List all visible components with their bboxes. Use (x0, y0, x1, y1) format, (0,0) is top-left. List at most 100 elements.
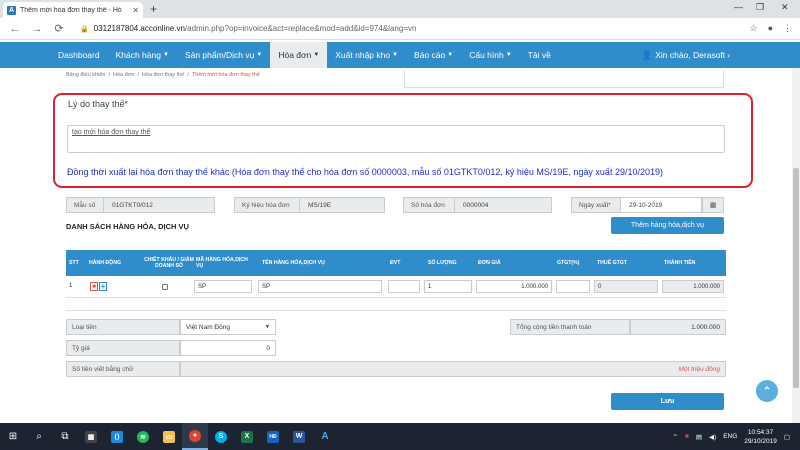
nav-invoices[interactable]: Hóa đơn ▼ (270, 42, 328, 68)
nav-products[interactable]: Sản phẩm/Dịch vụ ▼ (177, 42, 270, 68)
skype-icon[interactable]: S (208, 423, 234, 450)
page-scrollbar[interactable] (792, 68, 800, 423)
rate-input[interactable]: 0 (180, 340, 276, 356)
word-icon[interactable]: W (286, 423, 312, 450)
currency-label: Loại tiền (66, 319, 180, 335)
scroll-top-icon[interactable]: ⌃ (756, 380, 778, 402)
amount-in-words-field: Một triệu đồng (180, 361, 726, 377)
item-name-input[interactable]: SP (258, 280, 382, 293)
price-input[interactable]: 1.000.000 (476, 280, 552, 293)
user-greeting[interactable]: 👤 Xin chào, Derasoft › (642, 42, 730, 68)
user-icon: 👤 (641, 49, 653, 60)
clock[interactable]: 10:54:37 29/10/2019 (744, 428, 777, 446)
ky-hieu-label: Ký hiệu hóa đơn (234, 197, 300, 213)
delete-row-icon[interactable]: ■ (90, 282, 98, 291)
scrollbar-thumb[interactable] (793, 168, 799, 388)
nav-downloads[interactable]: Tải về (520, 42, 559, 68)
vscode-icon[interactable]: ⟨⟩ (104, 423, 130, 450)
window-close-icon[interactable]: ✕ (781, 2, 789, 13)
add-row-icon[interactable]: + (99, 282, 107, 291)
minimize-icon[interactable]: — (734, 2, 743, 12)
calculator-icon[interactable]: ▦ (78, 423, 104, 450)
task-view-icon[interactable]: ⧉ (52, 423, 78, 450)
th-stt: STT (69, 260, 79, 266)
th-unit: ĐVT (390, 260, 401, 266)
close-tab-icon[interactable]: ✕ (132, 6, 139, 15)
clock-time: 10:54:37 (747, 428, 774, 436)
th-name: TÊN HÀNG HÓA,DỊCH VỤ (262, 260, 325, 266)
nav-dashboard[interactable]: Dashboard (50, 42, 108, 68)
language-indicator[interactable]: ENG (723, 433, 737, 440)
browser-tab[interactable]: A Thêm mới hóa đơn thay thế - Hó ✕ (3, 2, 143, 18)
scrolled-field-remnant (404, 70, 724, 88)
item-code-input[interactable]: SP (194, 280, 252, 293)
currency-select[interactable]: Việt Nam Đồng ▼ (180, 319, 276, 335)
goods-section-title: DANH SÁCH HÀNG HÓA, DỊCH VỤ (66, 222, 189, 231)
th-price: ĐƠN GIÁ (478, 260, 501, 266)
caret-down-icon: ▼ (313, 52, 320, 58)
reason-note: Đồng thời xuất lại hóa đơn thay thế khác… (67, 167, 663, 177)
ngay-xuat-field[interactable]: 29-10-2019 (620, 197, 702, 213)
th-vat: THUẾ GTGT (597, 260, 627, 266)
forward-icon[interactable]: → (30, 23, 44, 35)
system-tray: ⌃ ■ ▤ ◀) ENG 10:54:37 29/10/2019 ▢ (672, 423, 790, 450)
th-vat-pct: GTGT(%) (557, 260, 580, 266)
windows-start-icon[interactable]: ⊞ (0, 423, 26, 450)
invoice-app-icon[interactable]: HĐ (260, 423, 286, 450)
menu-icon[interactable]: ⋮ (783, 23, 792, 34)
nav-customers[interactable]: Khách hàng ▼ (108, 42, 177, 68)
windows-taskbar: ⊞ ⌕ ⧉ ▦ ⟨⟩ ≋ ▭ ● S X HĐ W A ⌃ ■ ▤ ◀) ENG… (0, 423, 800, 450)
file-explorer-icon[interactable]: ▭ (156, 423, 182, 450)
back-icon[interactable]: ← (8, 23, 22, 35)
notifications-icon[interactable]: ▢ (784, 433, 790, 441)
nav-inventory[interactable]: Xuất nhập kho ▼ (327, 42, 406, 68)
caret-down-icon: ▼ (447, 52, 454, 58)
greeting-text: Xin chào, Derasoft (655, 50, 726, 60)
row-stt: 1 (69, 283, 73, 289)
calendar-icon[interactable]: ▦ (702, 197, 724, 213)
acc-app-icon[interactable]: A (312, 423, 338, 450)
rate-label: Tỷ giá (66, 340, 180, 356)
maximize-icon[interactable]: ❐ (756, 2, 764, 13)
breadcrumb: Bảng điều khiển / Hóa đơn / Hóa đơn thay t… (66, 72, 260, 78)
lock-icon: 🔒 (80, 25, 89, 33)
account-icon[interactable]: ● (768, 23, 773, 34)
discount-checkbox[interactable] (162, 284, 168, 290)
add-goods-button[interactable]: Thêm hàng hóa,dịch vụ (611, 217, 724, 234)
replacement-reason-highlight: Lý do thay thế* tạo mới hóa đơn thay thế… (53, 93, 753, 188)
quantity-input[interactable]: 1 (424, 280, 472, 293)
total-field: 1.000.000 (630, 319, 726, 335)
breadcrumb-item[interactable]: Hóa đơn (113, 72, 134, 78)
unit-input[interactable] (388, 280, 420, 293)
mau-so-label: Mẫu số (66, 197, 104, 213)
url-field[interactable]: 🔒 0312187804.acconline.vn /admin.php?op=… (80, 24, 416, 33)
clock-date: 29/10/2019 (744, 437, 777, 445)
goods-table-header: STT HÀNH ĐỘNG CHIẾT KHẤU / GIẢM DOANH SỐ… (66, 250, 726, 276)
chrome-icon[interactable]: ● (182, 423, 208, 450)
summary-form: Loại tiền Việt Nam Đồng ▼ Tổng cộng tiền… (66, 310, 726, 378)
save-button[interactable]: Lưu (611, 393, 724, 410)
address-bar-row: ← → ⟳ 🔒 0312187804.acconline.vn /admin.p… (0, 18, 800, 40)
th-action: HÀNH ĐỘNG (89, 260, 121, 266)
nav-label: Sản phẩm/Dịch vụ (184, 50, 255, 60)
nav-settings[interactable]: Cấu hình ▼ (461, 42, 519, 68)
reload-icon[interactable]: ⟳ (52, 22, 66, 35)
breadcrumb-item[interactable]: Bảng điều khiển (66, 72, 105, 78)
vat-percent-select[interactable] (556, 280, 590, 293)
star-icon[interactable]: ☆ (749, 23, 757, 34)
antivirus-icon[interactable]: ■ (685, 433, 689, 440)
nav-reports[interactable]: Báo cáo ▼ (406, 42, 461, 68)
spotify-icon[interactable]: ≋ (130, 423, 156, 450)
search-icon[interactable]: ⌕ (26, 423, 52, 450)
chevron-up-icon[interactable]: ⌃ (672, 433, 677, 441)
reason-textarea[interactable]: tạo mới hóa đơn thay thế (67, 125, 725, 153)
excel-icon[interactable]: X (234, 423, 260, 450)
new-tab-icon[interactable]: + (150, 2, 157, 16)
browser-tabstrip: A Thêm mới hóa đơn thay thế - Hó ✕ + — ❐… (0, 0, 800, 18)
network-icon[interactable]: ▤ (696, 433, 702, 441)
ky-hieu-field: MS/19E (299, 197, 385, 213)
volume-icon[interactable]: ◀) (709, 433, 716, 441)
chevron-right-icon: › (727, 50, 730, 60)
th-total: THÀNH TIỀN (664, 260, 696, 266)
breadcrumb-item[interactable]: Hóa đơn thay thế (142, 72, 184, 78)
